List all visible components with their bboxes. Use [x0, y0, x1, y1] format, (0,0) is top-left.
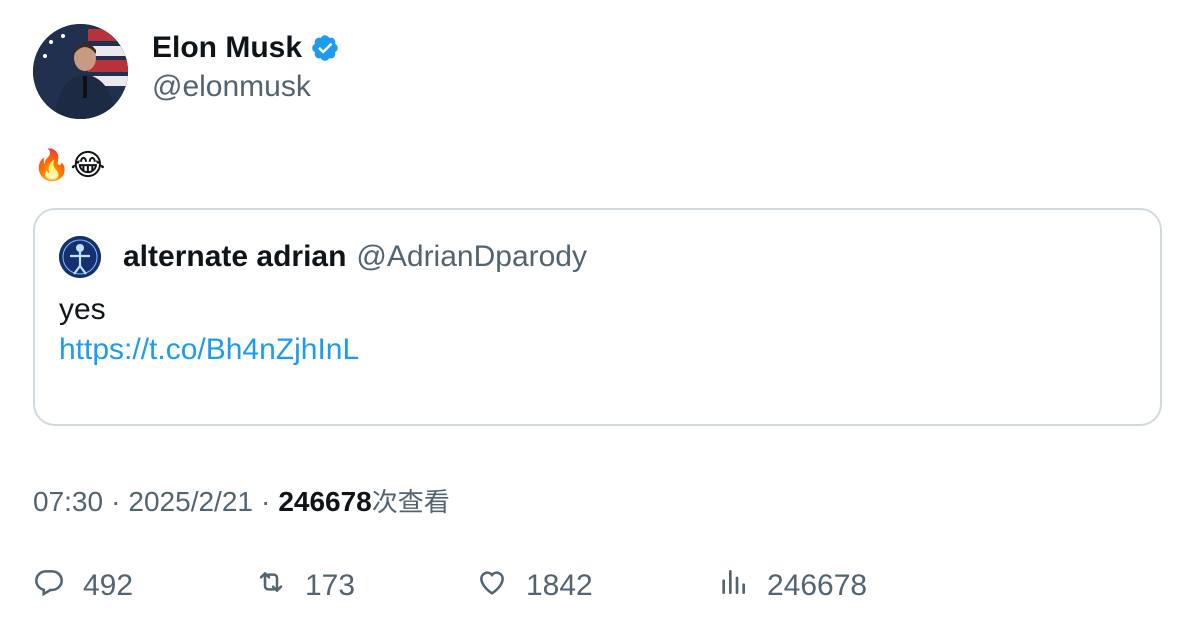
retweet-count: 173	[305, 569, 356, 602]
quoted-author-name[interactable]: alternate adrian	[123, 238, 346, 276]
tweet-actions: 492 173 1842 246678	[33, 566, 1133, 606]
tweet-text: 🔥😂	[33, 148, 106, 183]
quoted-tweet-text: yes	[59, 293, 106, 326]
avatar-image	[33, 24, 128, 119]
reply-button[interactable]: 492	[33, 566, 133, 606]
heart-icon	[476, 566, 508, 606]
analytics-icon	[717, 566, 749, 606]
views-label: 次查看	[371, 488, 450, 518]
tweet-date[interactable]: 2025/2/21	[128, 486, 253, 518]
like-button[interactable]: 1842	[476, 566, 593, 606]
verified-badge-icon	[310, 33, 340, 63]
views-action-count: 246678	[767, 569, 868, 602]
author-handle[interactable]: @elonmusk	[152, 70, 311, 104]
quoted-avatar-image	[59, 236, 101, 278]
views-button[interactable]: 246678	[717, 566, 867, 606]
tweet-time[interactable]: 07:30	[33, 486, 103, 518]
quoted-tweet-card[interactable]: alternate adrian @AdrianDparody yes http…	[33, 208, 1162, 426]
retweet-button[interactable]: 173	[255, 566, 355, 606]
retweet-icon	[255, 566, 287, 606]
reply-count: 492	[83, 569, 134, 602]
tweet-meta: 07:30 · 2025/2/21 · 246678 次查看	[33, 482, 450, 519]
reply-icon	[33, 566, 65, 606]
quoted-author-handle[interactable]: @AdrianDparody	[356, 238, 587, 276]
meta-separator: ·	[111, 486, 121, 517]
like-count: 1842	[526, 569, 593, 602]
author-avatar[interactable]	[33, 24, 128, 119]
quoted-tweet-link[interactable]: https://t.co/Bh4nZjhInL	[59, 330, 359, 370]
quoted-header: alternate adrian @AdrianDparody	[123, 238, 587, 276]
author-name-row: Elon Musk	[152, 28, 340, 68]
views-count: 246678	[278, 486, 372, 517]
quoted-author-avatar[interactable]	[59, 236, 101, 278]
author-name[interactable]: Elon Musk	[152, 31, 302, 65]
meta-separator: ·	[260, 486, 271, 517]
